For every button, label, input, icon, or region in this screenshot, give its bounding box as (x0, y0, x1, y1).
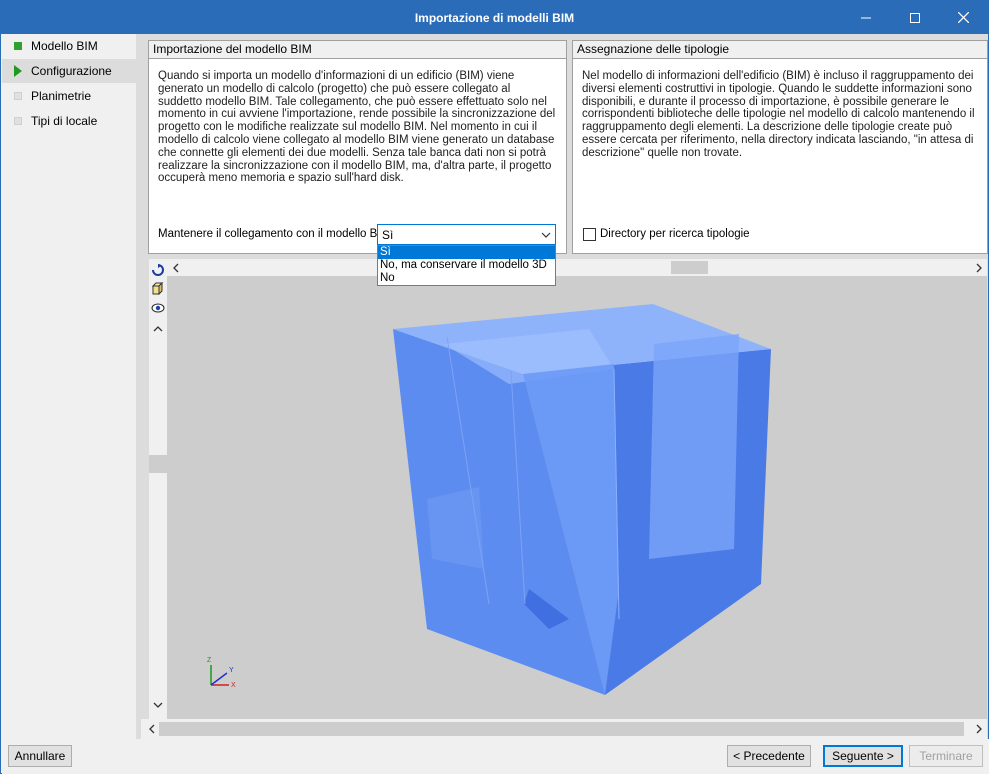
rotate-view-icon[interactable] (152, 264, 164, 276)
bim-model-render (393, 304, 771, 695)
sidebar-item-configurazione[interactable]: Configurazione (2, 59, 136, 83)
window-title: Importazione di modelli BIM (414, 11, 575, 25)
scroll-left-icon[interactable] (148, 724, 156, 734)
sidebar-item-label: Tipi di locale (31, 114, 98, 128)
vertical-scroll-thumb[interactable] (149, 455, 167, 473)
horizontal-scroll-thumb[interactable] (671, 261, 708, 274)
next-button[interactable]: Seguente > (823, 745, 903, 767)
horizontal-scroll-thumb[interactable] (159, 722, 964, 736)
maximize-button[interactable] (892, 1, 938, 34)
visibility-eye-icon[interactable] (151, 302, 165, 314)
current-step-arrow-icon (14, 65, 22, 77)
sidebar-item-label: Modello BIM (31, 39, 98, 53)
scroll-up-icon[interactable] (153, 325, 163, 333)
panel-title: Assegnazione delle tipologie (573, 41, 987, 59)
sidebar-item-planimetrie[interactable]: Planimetrie (2, 84, 136, 108)
title-bar: Importazione di modelli BIM (1, 1, 988, 34)
viewer-toolbar (149, 259, 167, 719)
link-mode-dropdown: Sì No, ma conservare il modello 3D No (377, 245, 556, 286)
sidebar-item-label: Planimetrie (31, 89, 92, 103)
pending-step-icon (14, 117, 22, 125)
cancel-button[interactable]: Annullare (8, 745, 72, 767)
scroll-down-icon[interactable] (153, 701, 163, 709)
completed-step-icon (14, 42, 22, 50)
finish-button: Terminare (909, 745, 983, 767)
checkbox-label: Directory per ricerca tipologie (600, 228, 750, 240)
types-directory-checkbox[interactable] (583, 228, 596, 241)
horizontal-scrollbar-bottom[interactable] (141, 719, 987, 739)
dropdown-option[interactable]: No, ma conservare il modello 3D (378, 259, 555, 272)
chevron-down-icon (541, 232, 551, 238)
3d-viewer[interactable]: Z Y X (149, 259, 987, 719)
horizontal-scrollbar-top[interactable] (167, 259, 987, 276)
wizard-footer: Annullare < Precedente Seguente > Termin… (2, 739, 989, 774)
wizard-steps-sidebar: Modello BIM Configurazione Planimetrie T… (2, 34, 136, 739)
link-label: Mantenere il collegamento con il modello… (158, 228, 391, 240)
pending-step-icon (14, 92, 22, 100)
maximize-icon (910, 12, 920, 23)
link-mode-select[interactable]: Sì (377, 224, 556, 245)
sidebar-item-tipi-di-locale[interactable]: Tipi di locale (2, 109, 136, 133)
x-axis-label: X (231, 682, 236, 689)
types-assignment-panel: Assegnazione delle tipologie Nel modello… (572, 40, 988, 254)
import-bim-window: Importazione di modelli BIM Modello BIM … (0, 0, 989, 774)
z-axis-label: Z (207, 657, 212, 664)
panel-description: Nel modello di informazioni dell'edifici… (582, 70, 975, 159)
minimize-button[interactable] (843, 1, 889, 34)
scroll-left-icon[interactable] (172, 263, 180, 273)
dropdown-option[interactable]: No (378, 272, 555, 285)
sidebar-item-modello-bim[interactable]: Modello BIM (2, 34, 136, 58)
previous-button[interactable]: < Precedente (727, 745, 811, 767)
select-value: Sì (382, 228, 394, 242)
scroll-right-icon[interactable] (975, 724, 983, 734)
close-button[interactable] (940, 1, 986, 34)
panel-title: Importazione del modello BIM (149, 41, 566, 59)
panel-description: Quando si importa un modello d'informazi… (158, 70, 556, 185)
dropdown-option[interactable]: Sì (378, 246, 555, 259)
cube-view-icon[interactable] (151, 282, 164, 295)
close-icon (957, 12, 969, 23)
y-axis-label: Y (229, 667, 234, 674)
scroll-right-icon[interactable] (975, 263, 983, 273)
import-bim-panel: Importazione del modello BIM Quando si i… (148, 40, 567, 254)
minimize-icon (861, 17, 871, 18)
sidebar-item-label: Configurazione (31, 64, 112, 78)
